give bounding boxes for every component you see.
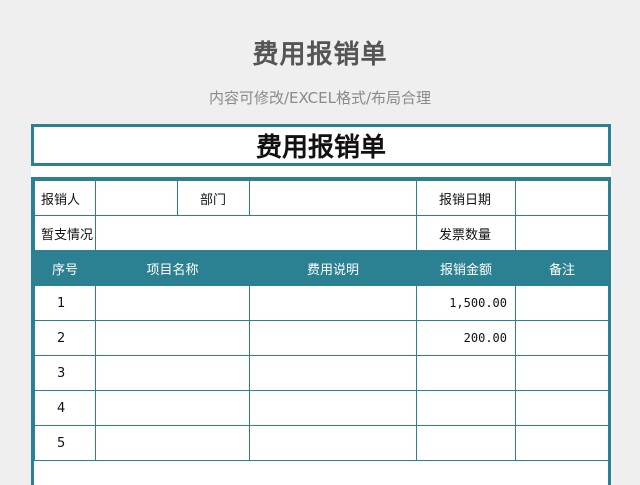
row-no: 3 <box>34 355 96 391</box>
reimburser-value-cell[interactable] <box>95 180 178 216</box>
row-amount-cell[interactable] <box>416 390 516 426</box>
table-row: 5 <box>34 425 608 461</box>
row-item-cell[interactable] <box>95 355 250 391</box>
col-header-no: 序号 <box>34 250 96 286</box>
col-header-item: 项目名称 <box>95 250 250 286</box>
expense-table: 报销人 部门 报销日期 暂支情况 发票数量 序号 项目名称 费用说明 报销金额 … <box>34 180 608 461</box>
advance-status-value-cell[interactable] <box>95 215 417 251</box>
page-title: 费用报销单 <box>252 40 388 70</box>
expense-sheet: 费用报销单 报销人 部门 报销日期 暂支情况 发票数量 序号 项目名称 费用说明… <box>31 124 611 485</box>
form-table-wrapper: 报销人 部门 报销日期 暂支情况 发票数量 序号 项目名称 费用说明 报销金额 … <box>31 177 611 485</box>
table-header: 序号 项目名称 费用说明 报销金额 备注 <box>34 250 608 286</box>
info-row-2: 暂支情况 发票数量 <box>34 215 608 251</box>
row-amount-cell[interactable]: 1,500.00 <box>416 285 516 321</box>
row-desc-cell[interactable] <box>249 390 417 426</box>
row-item-cell[interactable] <box>95 320 250 356</box>
info-row-1: 报销人 部门 报销日期 <box>34 180 608 216</box>
row-desc-cell[interactable] <box>249 425 417 461</box>
advance-status-label: 暂支情况 <box>34 215 96 251</box>
department-label: 部门 <box>177 180 250 216</box>
row-no: 2 <box>34 320 96 356</box>
row-no: 4 <box>34 390 96 426</box>
row-amount-cell[interactable] <box>416 355 516 391</box>
row-note-cell[interactable] <box>515 285 608 321</box>
reimburse-date-value-cell[interactable] <box>515 180 608 216</box>
col-header-desc: 费用说明 <box>249 250 417 286</box>
reimburser-label: 报销人 <box>34 180 96 216</box>
row-note-cell[interactable] <box>515 390 608 426</box>
col-header-note: 备注 <box>515 250 608 286</box>
row-item-cell[interactable] <box>95 285 250 321</box>
row-no: 5 <box>34 425 96 461</box>
row-item-cell[interactable] <box>95 425 250 461</box>
table-row: 2 200.00 <box>34 320 608 356</box>
row-note-cell[interactable] <box>515 355 608 391</box>
col-header-amount: 报销金额 <box>416 250 516 286</box>
table-row: 4 <box>34 390 608 426</box>
row-amount-cell[interactable] <box>416 425 516 461</box>
row-desc-cell[interactable] <box>249 355 417 391</box>
row-note-cell[interactable] <box>515 320 608 356</box>
table-row: 3 <box>34 355 608 391</box>
department-value-cell[interactable] <box>249 180 417 216</box>
row-no: 1 <box>34 285 96 321</box>
table-row: 1 1,500.00 <box>34 285 608 321</box>
row-note-cell[interactable] <box>515 425 608 461</box>
invoice-count-label: 发票数量 <box>416 215 516 251</box>
row-desc-cell[interactable] <box>249 285 417 321</box>
row-amount-cell[interactable]: 200.00 <box>416 320 516 356</box>
row-desc-cell[interactable] <box>249 320 417 356</box>
row-item-cell[interactable] <box>95 390 250 426</box>
form-title: 费用报销单 <box>31 124 611 166</box>
page-subtitle: 内容可修改/EXCEL格式/布局合理 <box>208 89 432 107</box>
invoice-count-value-cell[interactable] <box>515 215 608 251</box>
reimburse-date-label: 报销日期 <box>416 180 516 216</box>
